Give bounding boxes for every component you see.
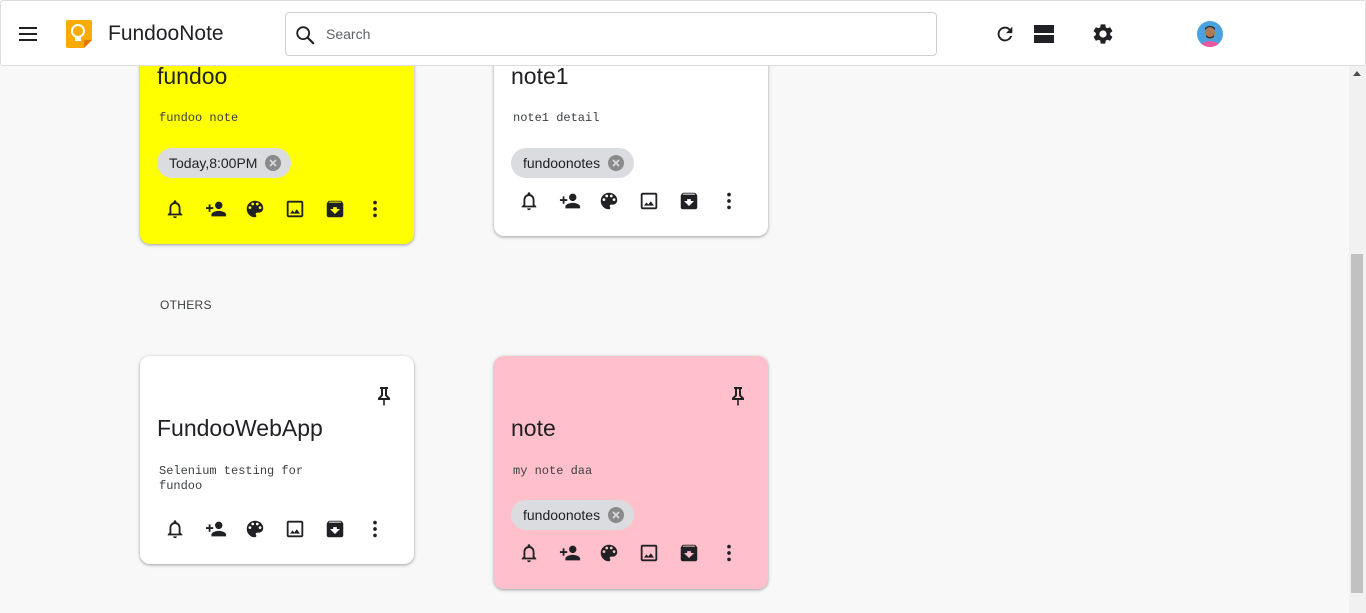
- palette-icon[interactable]: [244, 198, 284, 222]
- collaborator-add-person-icon[interactable]: [558, 190, 598, 214]
- chip-label: Today,8:00PM: [169, 155, 258, 171]
- reminder-bell-icon[interactable]: [518, 190, 558, 214]
- label-chip[interactable]: fundoonotes: [511, 500, 635, 530]
- search-input[interactable]: [326, 23, 916, 45]
- palette-icon[interactable]: [244, 518, 284, 542]
- archive-icon[interactable]: [678, 190, 718, 214]
- pin-icon[interactable]: [726, 384, 750, 408]
- image-icon[interactable]: [284, 198, 324, 222]
- pin-icon[interactable]: [372, 384, 396, 408]
- chip-label: fundoonotes: [523, 155, 601, 171]
- list-view-icon[interactable]: [1030, 20, 1058, 48]
- more-vert-icon[interactable]: [364, 518, 404, 542]
- note-toolbar: [164, 198, 404, 222]
- more-vert-icon[interactable]: [718, 190, 758, 214]
- note-body: my note daa: [513, 464, 593, 478]
- collaborator-add-person-icon[interactable]: [204, 198, 244, 222]
- label-chip[interactable]: fundoonotes: [511, 148, 635, 178]
- user-avatar[interactable]: [1197, 21, 1223, 47]
- archive-icon[interactable]: [324, 518, 364, 542]
- more-vert-icon[interactable]: [718, 542, 758, 566]
- scroll-up-arrow-icon[interactable]: [1353, 71, 1361, 76]
- remove-chip-icon[interactable]: [265, 155, 282, 171]
- reminder-chip[interactable]: Today,8:00PM: [157, 148, 292, 178]
- note-toolbar: [518, 190, 758, 214]
- note-toolbar: [518, 542, 758, 566]
- palette-icon[interactable]: [598, 542, 638, 566]
- note-toolbar: [164, 518, 404, 542]
- search-bar[interactable]: [285, 12, 937, 56]
- note-title: FundooWebApp: [157, 415, 323, 441]
- settings-gear-icon[interactable]: [1089, 20, 1117, 48]
- search-icon[interactable]: [294, 24, 316, 46]
- palette-icon[interactable]: [598, 190, 638, 214]
- vertical-scrollbar[interactable]: [1349, 66, 1366, 613]
- refresh-icon[interactable]: [991, 20, 1019, 48]
- note-title: note1: [511, 63, 569, 89]
- note-title: note: [511, 415, 556, 441]
- others-section-label: OTHERS: [160, 298, 212, 312]
- note-body: note1 detail: [513, 111, 600, 125]
- image-icon[interactable]: [284, 518, 324, 542]
- chip-label: fundoonotes: [523, 507, 601, 523]
- archive-icon[interactable]: [324, 198, 364, 222]
- archive-icon[interactable]: [678, 542, 718, 566]
- note-body: fundoo note: [159, 111, 239, 125]
- collaborator-add-person-icon[interactable]: [204, 518, 244, 542]
- hamburger-menu-icon[interactable]: [13, 19, 43, 49]
- note-title: fundoo: [157, 63, 228, 89]
- reminder-bell-icon[interactable]: [164, 518, 204, 542]
- reminder-bell-icon[interactable]: [164, 198, 204, 222]
- image-icon[interactable]: [638, 542, 678, 566]
- collaborator-add-person-icon[interactable]: [558, 542, 598, 566]
- more-vert-icon[interactable]: [364, 198, 404, 222]
- remove-chip-icon[interactable]: [608, 507, 625, 523]
- reminder-bell-icon[interactable]: [518, 542, 558, 566]
- note-card[interactable]: note my note daa fundoonotes: [494, 356, 768, 589]
- lightbulb-logo-icon: [62, 18, 94, 50]
- scrollbar-thumb[interactable]: [1351, 254, 1363, 593]
- note-body: Selenium testing for fundoo: [159, 464, 304, 493]
- app-header: FundooNote: [0, 0, 1366, 66]
- app-title: FundooNote: [108, 22, 224, 45]
- image-icon[interactable]: [638, 190, 678, 214]
- note-card[interactable]: FundooWebApp Selenium testing for fundoo: [140, 356, 414, 564]
- remove-chip-icon[interactable]: [608, 155, 625, 171]
